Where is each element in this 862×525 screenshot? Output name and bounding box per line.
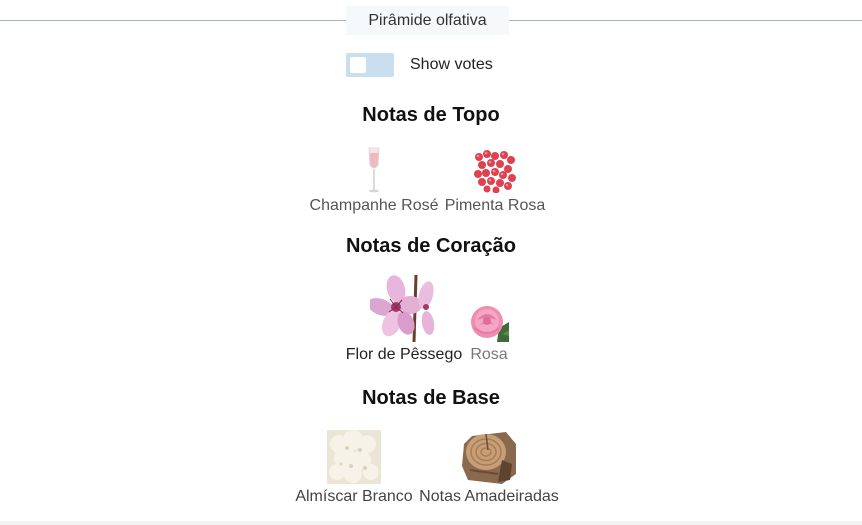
page-bottom-divider [0, 521, 862, 525]
note-flor-de-pessego[interactable]: Flor de Pêssego [343, 275, 465, 364]
note-label: Rosa [470, 346, 508, 363]
woody-notes-icon [462, 432, 516, 484]
pink-pepper-icon [474, 150, 516, 193]
show-votes-label: Show votes [410, 56, 493, 73]
tier-title-heart: Notas de Coração [345, 235, 517, 257]
note-rosa[interactable]: Rosa [466, 304, 512, 364]
peach-blossom-icon [370, 275, 435, 342]
show-votes-row: Show votes [346, 53, 493, 77]
tier-title-top: Notas de Topo [362, 104, 500, 126]
note-label: Almíscar Branco [295, 488, 413, 505]
note-almiscar-branco[interactable]: Almíscar Branco [294, 430, 414, 506]
show-votes-toggle[interactable] [346, 53, 394, 77]
champagne-glass-icon [368, 147, 380, 193]
note-label: Flor de Pêssego [345, 346, 463, 363]
note-champanhe-rose[interactable]: Champanhe Rosé [309, 147, 439, 215]
note-label: Champanhe Rosé [309, 197, 439, 214]
section-title: Pirâmide olfativa [346, 6, 509, 35]
note-label: Pimenta Rosa [444, 197, 546, 214]
note-pimenta-rosa[interactable]: Pimenta Rosa [441, 150, 549, 215]
white-musk-icon [327, 430, 381, 484]
toggle-knob[interactable] [350, 57, 366, 73]
rose-icon [471, 306, 509, 342]
tier-title-base: Notas de Base [362, 387, 500, 409]
note-notas-amadeiradas[interactable]: Notas Amadeiradas [419, 430, 559, 506]
note-label: Notas Amadeiradas [419, 488, 559, 505]
